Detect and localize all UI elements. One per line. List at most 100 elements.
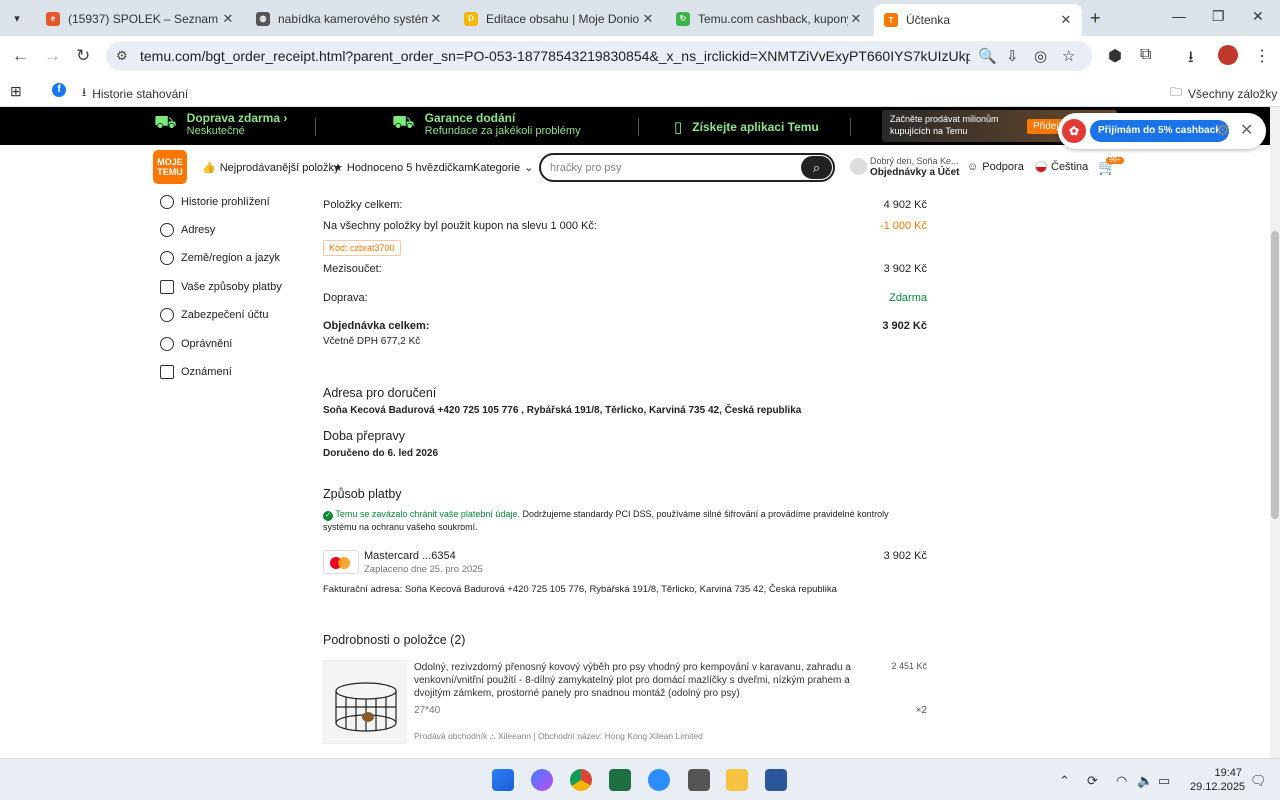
- tab-seznam[interactable]: e (15937) SPOLEK – Seznam Email ✕: [36, 5, 244, 32]
- nav-label: Hodnoceno 5 hvězdičkami: [346, 161, 476, 174]
- close-window-button[interactable]: ✕: [1252, 8, 1264, 25]
- menu-kebab-icon[interactable]: ⋮: [1254, 46, 1270, 66]
- sidebar-item-label: Adresy: [181, 224, 216, 236]
- close-tab-icon[interactable]: ✕: [220, 11, 236, 27]
- back-button[interactable]: ←: [12, 46, 29, 66]
- messenger-icon[interactable]: [531, 769, 553, 791]
- nav-label: Čeština: [1051, 161, 1089, 173]
- address-bar[interactable]: ⚙ temu.com/bgt_order_receipt.html?parent…: [106, 41, 1092, 71]
- account-menu[interactable]: Dobrý den, Soňa Ke... Objednávky a Účet: [850, 156, 959, 178]
- language-selector[interactable]: Čeština: [1035, 161, 1088, 173]
- nav-five-star[interactable]: ★ Hodnoceno 5 hvězdičkami: [333, 161, 476, 175]
- cashback-logo-icon: ✿: [1062, 119, 1086, 143]
- clock[interactable]: 19:47 29.12.2025: [1190, 766, 1246, 794]
- file-explorer-icon[interactable]: [726, 769, 748, 791]
- start-icon[interactable]: [492, 769, 514, 791]
- chevron-up-icon[interactable]: ⌃: [1059, 773, 1070, 789]
- get-app-promo[interactable]: ▯ Získejte aplikaci Temu: [674, 118, 819, 136]
- volume-icon[interactable]: 🔈: [1137, 773, 1153, 789]
- search-box[interactable]: hračky pro psy ⌕: [539, 153, 835, 182]
- sidebar-item-permissions[interactable]: Oprávnění: [160, 337, 232, 351]
- notification-icon[interactable]: 🗨: [1250, 773, 1267, 789]
- zoom-icon[interactable]: 🔍: [978, 47, 997, 65]
- chrome-icon[interactable]: [570, 769, 592, 791]
- temu-logo[interactable]: MOJE TEMU: [153, 150, 187, 184]
- sidebar-item-history[interactable]: Historie prohlížení: [160, 195, 270, 209]
- nav-bestsellers[interactable]: 👍 Nejprodávanější položky: [202, 161, 340, 175]
- sidebar-item-addresses[interactable]: Adresy: [160, 223, 215, 237]
- sidebar-item-security[interactable]: Zabezpečení účtu: [160, 308, 268, 322]
- promo-subtitle: Refundace za jakékoli problémy: [424, 125, 581, 137]
- facebook-bookmark[interactable]: f: [52, 83, 66, 97]
- sidebar-item-label: Vaše způsoby platby: [181, 281, 282, 293]
- sidebar-item-region[interactable]: Země/region a jazyk: [160, 251, 280, 265]
- zoom-icon[interactable]: [648, 769, 670, 791]
- downloads-bookmark[interactable]: ⭳ Historie stahování: [82, 83, 188, 104]
- reload-button[interactable]: ↻: [76, 46, 90, 66]
- page-content: Historie prohlížení Adresy Země/region a…: [0, 188, 1270, 758]
- tab-uctenka[interactable]: T Účtenka ✕: [874, 4, 1082, 36]
- divider: [850, 118, 851, 136]
- order-total-row: Objednávka celkem: 3 902 Kč: [323, 320, 927, 332]
- page-scrollbar[interactable]: [1270, 107, 1280, 758]
- lens-icon[interactable]: ◎: [1034, 47, 1047, 65]
- tab-donio[interactable]: D Editace obsahu | Moje Donio | Do ✕: [454, 5, 664, 32]
- search-input[interactable]: hračky pro psy: [550, 162, 622, 174]
- date-text: 29.12.2025: [1190, 781, 1246, 793]
- promo-subtitle: Neskutečné: [186, 125, 245, 137]
- product-name[interactable]: Odolný, rezivzdorný přenosný kovový výbě…: [414, 661, 859, 700]
- free-shipping-promo[interactable]: ⛟ Doprava zdarma › Neskutečné: [154, 111, 287, 137]
- scanner-icon[interactable]: [688, 769, 710, 791]
- search-button[interactable]: ⌕: [801, 156, 832, 179]
- product-image[interactable]: [323, 660, 407, 744]
- coupon-code-badge: Kód: czbrat3700: [323, 240, 401, 256]
- gear-icon[interactable]: ⚙: [1216, 121, 1229, 139]
- sync-icon[interactable]: ⟳: [1087, 773, 1098, 789]
- sidebar-item-label: Zabezpečení účtu: [181, 309, 269, 321]
- apps-grid-icon[interactable]: ⊞: [10, 83, 22, 100]
- shipping-row: Doprava: Zdarma: [323, 292, 927, 304]
- cashback-button[interactable]: Přijímám do 5% cashback: [1090, 120, 1229, 142]
- support-link[interactable]: ☺ Podpora: [967, 161, 1024, 173]
- tab-title: Editace obsahu | Moje Donio | Do: [486, 11, 640, 26]
- new-tab-button[interactable]: +: [1090, 8, 1101, 29]
- tab-title: Účtenka: [906, 13, 951, 27]
- delivery-guarantee-promo[interactable]: ⛟ Garance dodání Refundace za jakékoli pr…: [392, 111, 581, 137]
- greeting-text: Dobrý den, Soňa Ke...: [870, 156, 959, 166]
- all-bookmarks[interactable]: 🗀 Všechny záložky: [1170, 83, 1277, 104]
- tab-kamery[interactable]: ◍ nabídka kamerového systému.c ✕: [246, 5, 452, 32]
- payment-title: Způsob platby: [323, 487, 402, 501]
- close-tab-icon[interactable]: ✕: [428, 11, 444, 27]
- tab-search-button[interactable]: ▾: [6, 7, 28, 29]
- forward-button[interactable]: →: [44, 46, 61, 66]
- sidebar-item-payment[interactable]: Vaše způsoby platby: [160, 280, 282, 294]
- scrollbar-thumb[interactable]: [1271, 231, 1279, 519]
- close-icon[interactable]: ✕: [1240, 120, 1253, 140]
- close-tab-icon[interactable]: ✕: [1058, 12, 1074, 28]
- close-tab-icon[interactable]: ✕: [640, 11, 656, 27]
- extensions-puzzle-icon[interactable]: ⧉: [1140, 46, 1151, 64]
- profile-avatar[interactable]: [1218, 45, 1238, 65]
- extension-icon[interactable]: ⬢: [1108, 46, 1122, 66]
- payment-amount: 3 902 Kč: [883, 550, 927, 562]
- seller-info[interactable]: Prodává obchodník ⛬ Xileeann | Obchodní …: [414, 731, 914, 742]
- url-text[interactable]: temu.com/bgt_order_receipt.html?parent_o…: [140, 48, 970, 64]
- minimize-button[interactable]: —: [1172, 8, 1186, 24]
- nav-categories[interactable]: Kategorie ⌄: [473, 161, 533, 175]
- bookmark-star-icon[interactable]: ☆: [1062, 47, 1075, 65]
- row-value: 3 902 Kč: [883, 263, 927, 275]
- close-tab-icon[interactable]: ✕: [848, 11, 864, 27]
- install-app-icon[interactable]: ⇩: [1006, 47, 1019, 65]
- excel-icon[interactable]: [609, 769, 631, 791]
- tab-cashback[interactable]: ↻ Temu.com cashback, kupony a ✕: [666, 5, 872, 32]
- wifi-icon[interactable]: ◠: [1116, 773, 1127, 789]
- truck-icon: ⛟: [154, 112, 177, 132]
- site-info-icon[interactable]: ⚙: [116, 48, 134, 64]
- transport-title: Doba přepravy: [323, 429, 405, 443]
- word-icon[interactable]: [765, 769, 787, 791]
- maximize-button[interactable]: ❐: [1212, 8, 1225, 25]
- battery-icon[interactable]: ▭: [1158, 773, 1170, 789]
- sidebar-item-notifications[interactable]: Oznámení: [160, 365, 232, 379]
- cashback-favicon-icon: ↻: [676, 11, 690, 26]
- download-icon[interactable]: ⭳: [1188, 46, 1194, 73]
